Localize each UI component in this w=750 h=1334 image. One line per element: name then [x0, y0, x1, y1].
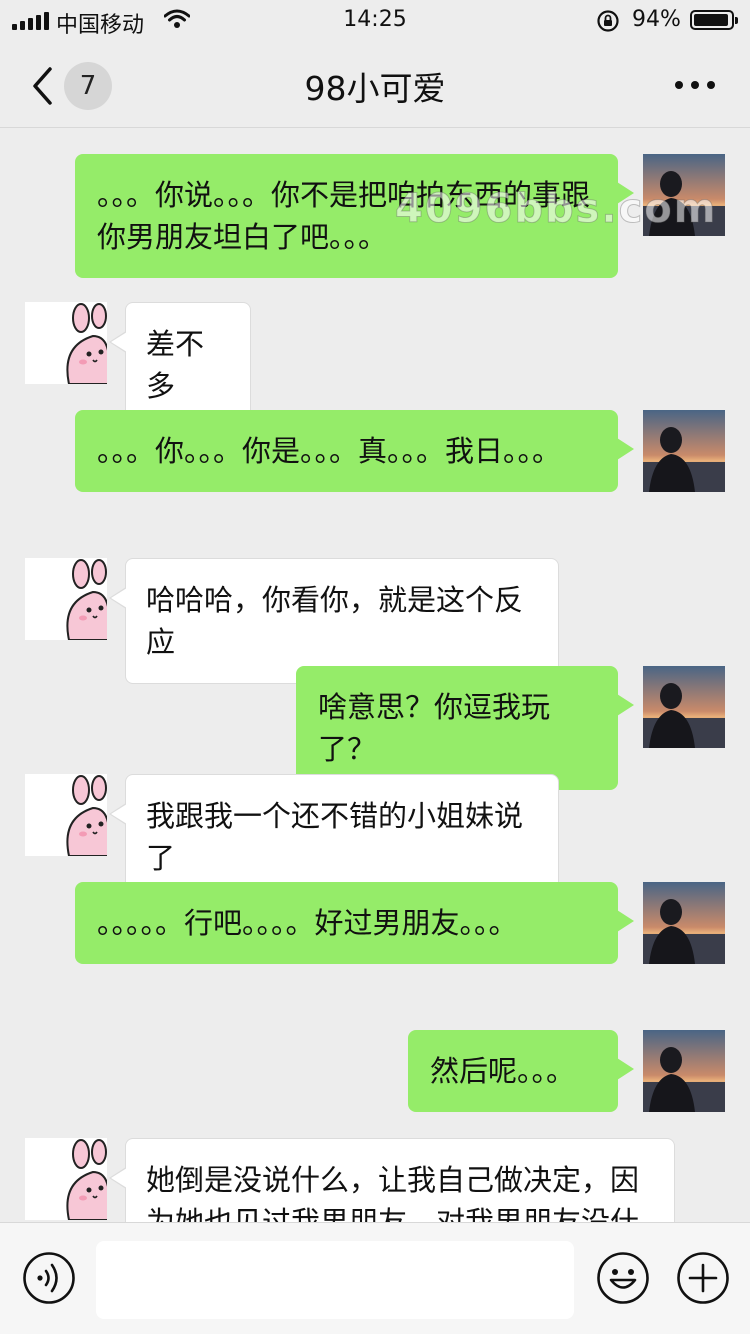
battery-percent: 94% — [632, 7, 681, 32]
my-avatar[interactable] — [643, 1030, 725, 1112]
status-bar: 中国移动 14:25 94% — [0, 0, 750, 40]
emoji-button[interactable] — [596, 1251, 650, 1309]
input-bar — [0, 1222, 750, 1334]
more-button[interactable] — [670, 70, 720, 100]
contact-avatar[interactable] — [25, 558, 107, 640]
my-avatar[interactable] — [643, 666, 725, 748]
my-avatar[interactable] — [643, 882, 725, 964]
message-bubble-sent[interactable]: 。。。。。行吧。。。。好过男朋友。。。 — [75, 882, 634, 964]
voice-button[interactable] — [22, 1251, 76, 1309]
bunny-avatar-icon — [25, 774, 107, 856]
plus-icon — [677, 1252, 729, 1304]
rotation-lock-icon — [596, 9, 620, 39]
more-icon — [675, 81, 715, 89]
chat-title: 98小可爱 — [304, 69, 446, 108]
message-bubble-sent[interactable]: 啥意思？你逗我玩了？ — [296, 666, 634, 790]
message-bubble-sent[interactable]: 然后呢。。。 — [408, 1030, 634, 1112]
message-bubble-sent[interactable]: 。。。你。。。你是。。。真。。。我日。。。 — [75, 410, 634, 492]
voice-icon — [23, 1252, 75, 1304]
contact-avatar[interactable] — [25, 302, 107, 384]
contact-avatar[interactable] — [25, 1138, 107, 1220]
battery-icon — [690, 10, 738, 30]
bunny-avatar-icon — [25, 302, 107, 384]
nav-bar: 7 98小可爱 — [0, 40, 750, 128]
emoji-icon — [597, 1252, 649, 1304]
bunny-avatar-icon — [25, 1138, 107, 1220]
my-avatar[interactable] — [643, 410, 725, 492]
bunny-avatar-icon — [25, 558, 107, 640]
contact-avatar[interactable] — [25, 774, 107, 856]
watermark: 4096bbs.com — [394, 186, 718, 233]
plus-button[interactable] — [676, 1251, 730, 1309]
message-input[interactable] — [96, 1241, 574, 1319]
